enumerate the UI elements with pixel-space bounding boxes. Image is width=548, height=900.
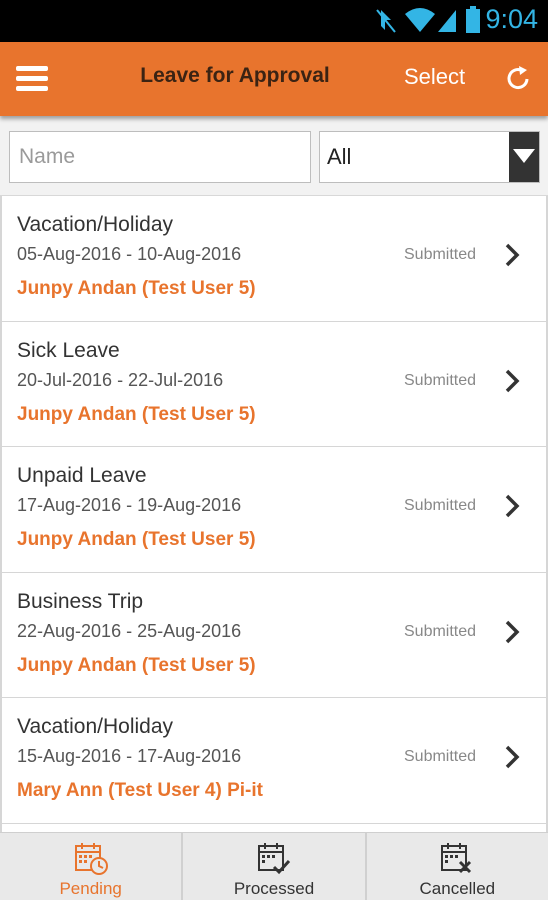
list-item[interactable]: Business Trip 22-Aug-2016 - 25-Aug-2016 … <box>2 573 546 698</box>
leave-request-list: Vacation/Holiday 05-Aug-2016 - 10-Aug-20… <box>0 196 548 832</box>
chevron-right-icon[interactable] <box>501 619 523 645</box>
employee-name: Junpy Andan (Test User 5) <box>17 654 256 676</box>
tab-label: Pending <box>59 879 122 898</box>
leave-type: Vacation/Holiday <box>17 715 174 738</box>
bottom-tab-bar: Pending Processed Cancelled <box>0 832 548 900</box>
select-button[interactable]: Select <box>404 64 465 90</box>
clock: 9:04 <box>485 4 538 34</box>
leave-type: Business Trip <box>17 589 144 613</box>
chevron-right-icon[interactable] <box>501 493 523 519</box>
menu-icon[interactable] <box>16 66 48 92</box>
leave-dates: 15-Aug-2016 - 17-Aug-2016 <box>17 746 242 766</box>
employee-name: Mary Ann (Test User 4) Pi-it <box>17 780 263 801</box>
status-label: Submitted <box>404 497 477 514</box>
employee-name: Junpy Andan (Test User 5) <box>17 529 256 550</box>
leave-type: Vacation/Holiday <box>17 213 174 236</box>
tab-cancelled[interactable]: Cancelled <box>367 833 548 900</box>
employee-name: Junpy Andan (Test User 5) <box>17 403 256 425</box>
leave-dates: 22-Aug-2016 - 25-Aug-2016 <box>17 620 242 641</box>
name-search-input[interactable] <box>9 131 311 183</box>
list-item[interactable]: Vacation/Holiday 05-Aug-2016 - 10-Aug-20… <box>2 196 546 322</box>
leave-dates: 20-Jul-2016 - 22-Jul-2016 <box>17 369 224 390</box>
leave-dates: 05-Aug-2016 - 10-Aug-2016 <box>17 244 242 264</box>
employee-name: Junpy Andan (Test User 5) <box>17 278 256 299</box>
tab-pending[interactable]: Pending <box>0 833 184 900</box>
signal-icon <box>438 10 456 32</box>
list-item[interactable]: Vacation/Holiday 15-Aug-2016 - 17-Aug-20… <box>2 698 546 824</box>
status-filter-value: All <box>327 144 352 169</box>
status-label: Submitted <box>404 622 477 640</box>
status-label: Submitted <box>404 246 477 263</box>
status-label: Submitted <box>404 371 477 389</box>
wifi-icon <box>405 8 435 32</box>
leave-type: Unpaid Leave <box>17 464 147 487</box>
calendar-cancel-icon <box>441 843 472 874</box>
chevron-right-icon[interactable] <box>501 744 523 770</box>
tab-processed[interactable]: Processed <box>183 833 367 900</box>
filter-bar: All <box>0 116 548 196</box>
list-item[interactable]: Unpaid Leave 17-Aug-2016 - 19-Aug-2016 J… <box>2 447 546 573</box>
mute-icon <box>376 9 396 33</box>
refresh-icon[interactable] <box>503 64 533 94</box>
app-toolbar: Leave for Approval Select <box>0 42 548 116</box>
chevron-right-icon[interactable] <box>501 242 523 268</box>
chevron-right-icon[interactable] <box>501 368 523 394</box>
list-item[interactable]: Sick Leave 20-Jul-2016 - 22-Jul-2016 Jun… <box>2 322 546 447</box>
status-filter-dropdown[interactable]: All <box>319 131 540 183</box>
status-label: Submitted <box>404 748 477 765</box>
tab-label: Cancelled <box>419 879 496 898</box>
page-title: Leave for Approval <box>140 64 330 87</box>
calendar-check-icon <box>257 843 291 875</box>
status-bar: 9:04 <box>0 0 548 42</box>
battery-icon <box>466 6 480 33</box>
leave-type: Sick Leave <box>17 338 120 362</box>
calendar-clock-icon <box>74 843 108 875</box>
tab-label: Processed <box>233 879 315 898</box>
dropdown-arrow-icon[interactable] <box>509 132 539 182</box>
leave-dates: 17-Aug-2016 - 19-Aug-2016 <box>17 495 242 515</box>
